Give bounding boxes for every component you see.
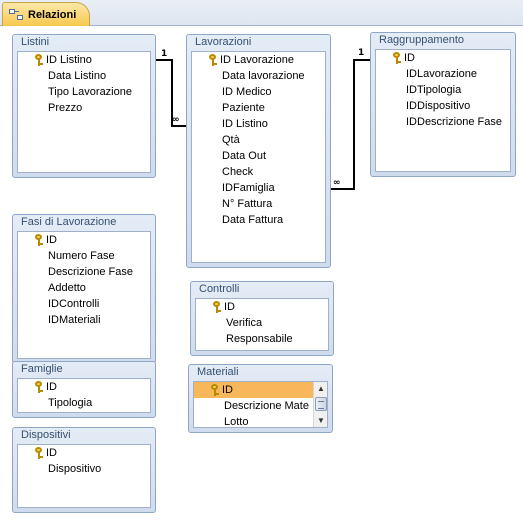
field-list: ID Verifica Responsabile <box>195 298 329 351</box>
field-row[interactable]: IDMateriali <box>18 312 150 328</box>
tab-relazioni[interactable]: Relazioni <box>2 2 90 26</box>
table-title[interactable]: Famiglie <box>16 362 152 377</box>
one-side-label: 1 <box>161 49 168 59</box>
field-row[interactable]: Data Out <box>192 148 325 164</box>
scroll-down-arrow-icon[interactable]: ▼ <box>315 414 327 427</box>
table-title[interactable]: Controlli <box>194 282 330 297</box>
primary-key-icon <box>212 301 221 313</box>
field-list: ID Numero Fase Descrizione Fase Addetto … <box>17 231 151 359</box>
field-row[interactable]: IDDescrizione Fase <box>376 114 510 130</box>
field-row[interactable]: ID Listino <box>18 52 150 68</box>
table-controlli[interactable]: Controlli ID Verifica Responsabile <box>190 281 334 356</box>
field-row[interactable]: Responsabile <box>196 331 328 347</box>
relationship-line-listini-lavorazioni[interactable] <box>155 59 187 127</box>
field-row[interactable]: Descrizione Mate <box>194 398 313 414</box>
field-row[interactable]: ID Lavorazione <box>192 52 325 68</box>
table-materiali[interactable]: Materiali ID Descrizione Mate Lotto ▲ ▼ <box>188 364 333 433</box>
field-name: ID Lavorazione <box>220 54 294 66</box>
field-row[interactable]: Descrizione Fase <box>18 264 150 280</box>
relationships-icon <box>9 8 23 21</box>
field-row[interactable]: Check <box>192 164 325 180</box>
field-row[interactable]: Tipo Lavorazione <box>18 84 150 100</box>
field-list: ID Descrizione Mate Lotto ▲ ▼ <box>193 381 328 428</box>
field-row[interactable]: Paziente <box>192 100 325 116</box>
field-list: ID Lavorazione Data lavorazione ID Medic… <box>191 51 326 263</box>
primary-key-icon <box>392 52 401 64</box>
field-row[interactable]: IDControlli <box>18 296 150 312</box>
field-row[interactable]: Addetto <box>18 280 150 296</box>
primary-key-icon <box>34 447 43 459</box>
table-lavorazioni[interactable]: Lavorazioni ID Lavorazione Data lavorazi… <box>186 34 331 268</box>
field-row[interactable]: Prezzo <box>18 100 150 116</box>
table-title[interactable]: Lavorazioni <box>190 35 327 50</box>
field-row[interactable]: ID <box>18 232 150 248</box>
vertical-scrollbar[interactable]: ▲ ▼ <box>313 382 327 427</box>
many-side-label: ∞ <box>172 115 180 125</box>
field-row[interactable]: ID Medico <box>192 84 325 100</box>
table-fasi-di-lavorazione[interactable]: Fasi di Lavorazione ID Numero Fase Descr… <box>12 214 156 364</box>
field-row[interactable]: ID Listino <box>192 116 325 132</box>
field-row[interactable]: Data lavorazione <box>192 68 325 84</box>
field-row[interactable]: IDLavorazione <box>376 66 510 82</box>
table-title[interactable]: Listini <box>16 35 152 50</box>
field-row[interactable]: Data Listino <box>18 68 150 84</box>
field-row[interactable]: Tipologia <box>18 395 150 411</box>
field-row[interactable]: Dispositivo <box>18 461 150 477</box>
field-name: ID <box>404 52 415 64</box>
field-name: ID Listino <box>46 54 92 66</box>
field-row-selected[interactable]: ID <box>194 382 313 398</box>
field-row[interactable]: IDDispositivo <box>376 98 510 114</box>
field-row[interactable]: IDTipologia <box>376 82 510 98</box>
field-row[interactable]: Qtà <box>192 132 325 148</box>
primary-key-icon <box>34 381 43 393</box>
field-name: ID <box>222 384 233 396</box>
field-list: ID IDLavorazione IDTipologia IDDispositi… <box>375 49 511 172</box>
primary-key-icon <box>34 54 43 66</box>
table-raggruppamento[interactable]: Raggruppamento ID IDLavorazione IDTipolo… <box>370 32 516 177</box>
many-side-label: ∞ <box>333 178 341 188</box>
field-row[interactable]: Lotto <box>194 414 313 427</box>
field-row[interactable]: ID <box>18 379 150 395</box>
table-dispositivi[interactable]: Dispositivi ID Dispositivo <box>12 427 156 513</box>
field-row[interactable]: ID <box>18 445 150 461</box>
relationship-line-raggruppamento-lavorazioni[interactable] <box>330 59 371 190</box>
field-row[interactable]: ID <box>376 50 510 66</box>
table-famiglie[interactable]: Famiglie ID Tipologia <box>12 361 156 418</box>
field-list: ID Listino Data Listino Tipo Lavorazione… <box>17 51 151 173</box>
table-title[interactable]: Dispositivi <box>16 428 152 443</box>
table-title[interactable]: Raggruppamento <box>374 33 512 48</box>
one-side-label: 1 <box>358 48 365 58</box>
field-list: ID Dispositivo <box>17 444 151 508</box>
scroll-thumb[interactable] <box>315 397 327 411</box>
field-row[interactable]: Data Fattura <box>192 212 325 228</box>
field-row[interactable]: ID <box>196 299 328 315</box>
field-row[interactable]: Verifica <box>196 315 328 331</box>
field-row[interactable]: N° Fattura <box>192 196 325 212</box>
field-row[interactable]: Numero Fase <box>18 248 150 264</box>
field-name: ID <box>46 381 57 393</box>
table-listini[interactable]: Listini ID Listino Data Listino Tipo Lav… <box>12 34 156 178</box>
table-title[interactable]: Fasi di Lavorazione <box>16 215 152 230</box>
field-name: ID <box>46 234 57 246</box>
table-title[interactable]: Materiali <box>192 365 329 380</box>
field-row[interactable]: IDFamiglia <box>192 180 325 196</box>
primary-key-icon <box>208 54 217 66</box>
field-name: ID <box>224 301 235 313</box>
tab-label: Relazioni <box>28 8 77 21</box>
primary-key-icon <box>210 384 219 396</box>
relationships-canvas[interactable]: 1 ∞ 1 ∞ Listini ID Listino Data Listino … <box>0 26 523 525</box>
field-list: ID Tipologia <box>17 378 151 413</box>
scroll-up-arrow-icon[interactable]: ▲ <box>315 382 327 395</box>
field-name: ID <box>46 447 57 459</box>
primary-key-icon <box>34 234 43 246</box>
document-tab-strip: Relazioni <box>0 0 523 26</box>
